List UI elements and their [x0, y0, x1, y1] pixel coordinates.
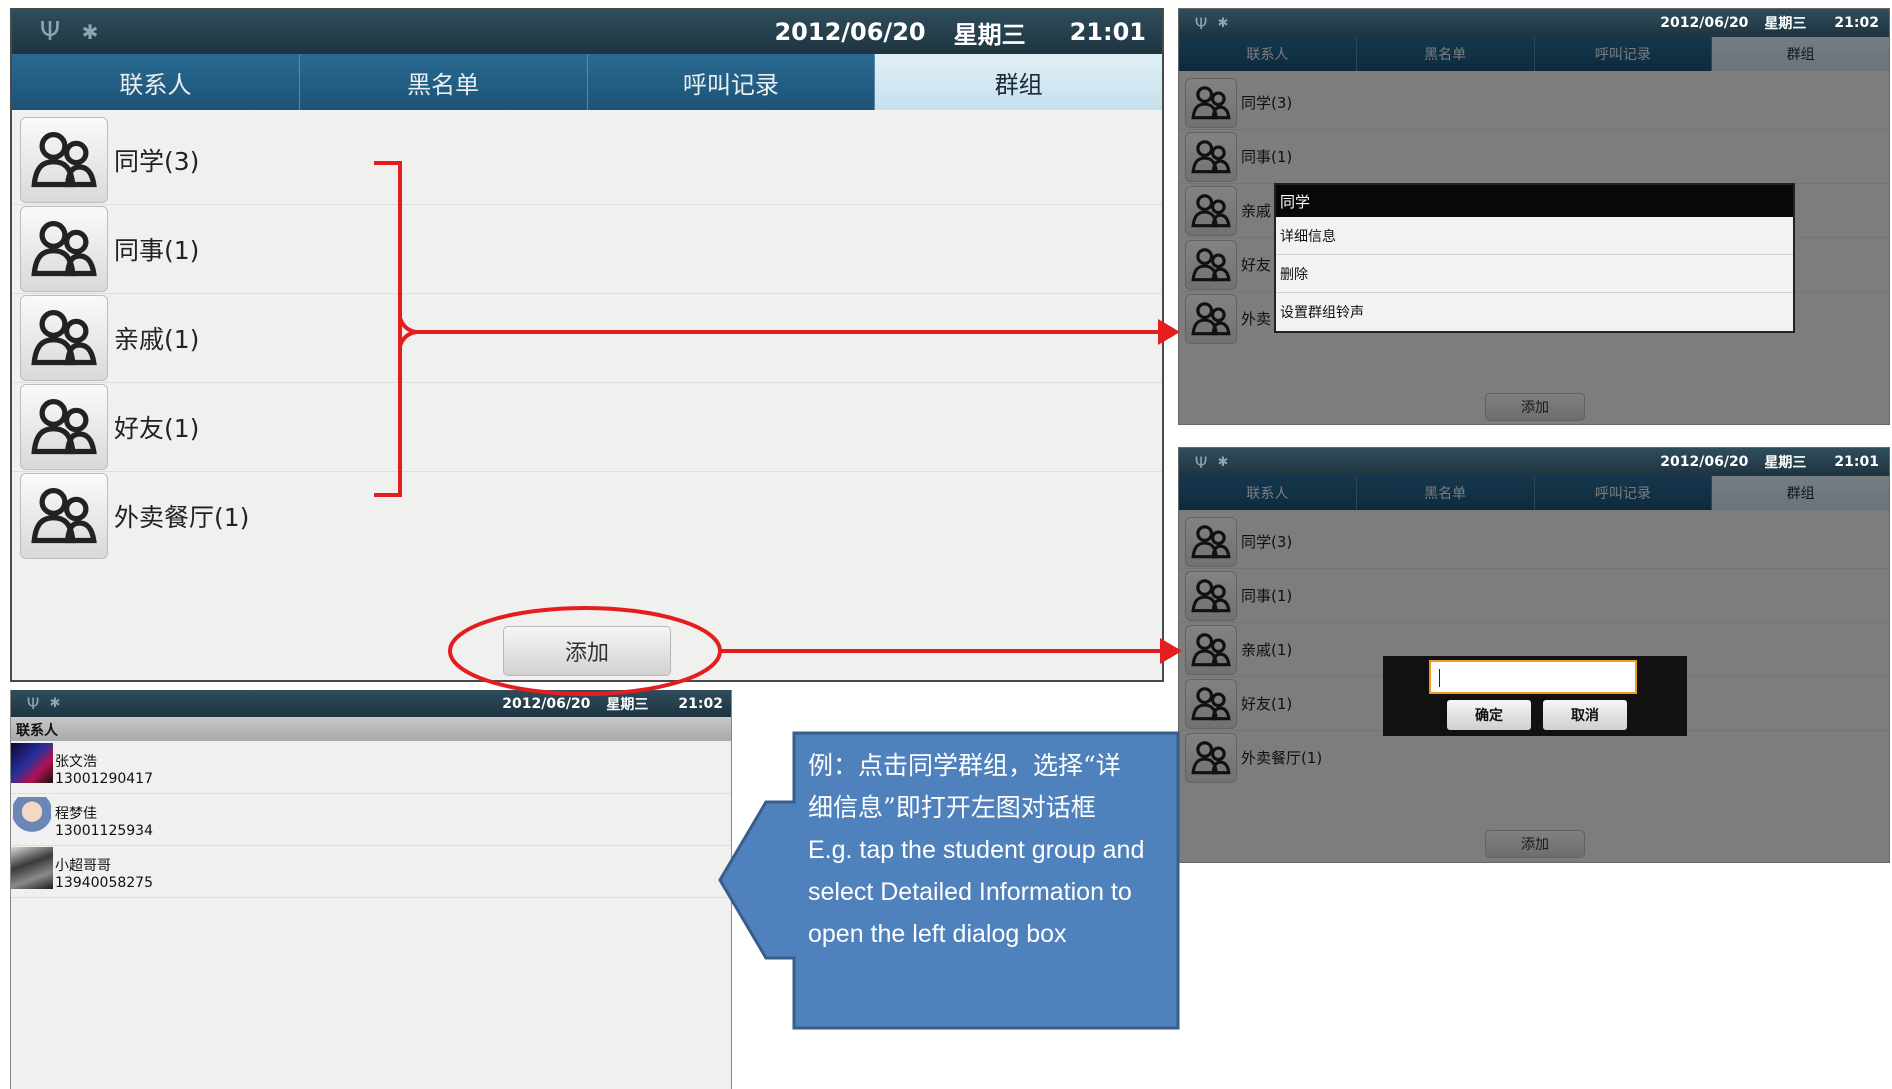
- contact-phone: 13001290417: [55, 771, 153, 787]
- status-icons: Ψ ✱: [1193, 9, 1231, 37]
- status-date: 2012/06/20: [502, 695, 591, 712]
- tab-call-log[interactable]: 呼叫记录: [587, 54, 876, 110]
- status-time: 21:02: [678, 695, 723, 712]
- menu-item-details[interactable]: 详细信息: [1276, 217, 1793, 255]
- group-context-menu: 同学 详细信息 删除 设置群组铃声: [1274, 183, 1795, 333]
- android-debug-icon: ✱: [1217, 15, 1229, 31]
- group-avatar: [20, 117, 108, 203]
- group-people-icon: [31, 399, 97, 455]
- group-row[interactable]: 外卖餐厅(1): [12, 472, 1162, 560]
- contacts-header: 联系人: [11, 717, 731, 741]
- tab-bar: 联系人 黑名单 呼叫记录 群组: [12, 54, 1162, 110]
- group-avatar: [20, 295, 108, 381]
- status-date: 2012/06/20: [1660, 15, 1749, 31]
- group-row[interactable]: 好友(1): [12, 383, 1162, 472]
- ok-button[interactable]: 确定: [1447, 700, 1531, 730]
- contact-phone: 13940058275: [55, 875, 153, 891]
- status-icons: Ψ ✱: [36, 10, 104, 54]
- group-row[interactable]: 同学(3): [12, 116, 1162, 205]
- usb-icon: Ψ: [1194, 13, 1208, 33]
- callout-line: E.g. tap the student group and: [808, 836, 1145, 864]
- tab-blacklist[interactable]: 黑名单: [299, 54, 588, 110]
- status-date: 2012/06/20: [1660, 454, 1749, 470]
- status-clock: 2012/06/20 星期三 21:01: [774, 10, 1146, 54]
- contact-row[interactable]: 小超哥哥 13940058275: [11, 845, 731, 898]
- contact-name: 小超哥哥: [55, 858, 111, 874]
- callout-line: 细信息”即打开左图对话框: [808, 793, 1096, 822]
- contacts-header-label: 联系人: [16, 723, 58, 739]
- group-label: 外卖餐厅(1): [114, 503, 250, 532]
- status-icons: Ψ ✱: [25, 690, 63, 717]
- context-menu-title: 同学: [1276, 185, 1793, 217]
- contact-name: 程梦佳: [55, 806, 97, 822]
- group-people-icon: [31, 221, 97, 277]
- usb-icon: Ψ: [39, 17, 61, 47]
- status-icons: Ψ ✱: [1193, 448, 1231, 476]
- menu-item-delete[interactable]: 删除: [1276, 255, 1793, 293]
- group-members-screen: Ψ ✱ 2012/06/20 星期三 21:02 联系人 张文浩 1300129…: [10, 690, 732, 1089]
- contact-photo: [11, 847, 53, 889]
- contact-row[interactable]: 张文浩 13001290417: [11, 741, 731, 794]
- contact-phone: 13001125934: [55, 823, 153, 839]
- status-weekday: 星期三: [606, 696, 649, 713]
- status-weekday: 星期三: [953, 20, 1026, 49]
- status-bar: Ψ ✱ 2012/06/20 星期三 21:01: [12, 10, 1162, 54]
- status-weekday: 星期三: [1764, 16, 1807, 32]
- group-people-icon: [31, 488, 97, 544]
- text-caret: [1439, 669, 1440, 687]
- group-people-icon: [31, 310, 97, 366]
- status-bar: Ψ ✱ 2012/06/20 星期三 21:02: [1179, 9, 1889, 37]
- usb-icon: Ψ: [1194, 452, 1208, 472]
- group-label: 同事(1): [114, 236, 200, 265]
- status-time: 21:01: [1069, 18, 1146, 46]
- menu-item-set-ringtone[interactable]: 设置群组铃声: [1276, 293, 1793, 330]
- group-name-input[interactable]: [1429, 660, 1637, 694]
- group-label: 好友(1): [114, 414, 200, 443]
- status-clock: 2012/06/20 星期三 21:02: [1660, 9, 1879, 37]
- group-label: 亲戚(1): [114, 325, 200, 354]
- add-group-button[interactable]: 添加: [503, 626, 671, 676]
- status-bar: Ψ ✱ 2012/06/20 星期三 21:01: [1179, 448, 1889, 476]
- cancel-button[interactable]: 取消: [1543, 700, 1627, 730]
- callout-line: 例：点击同学群组，选择“详: [808, 751, 1121, 780]
- group-people-icon: [31, 132, 97, 188]
- status-time: 21:01: [1834, 454, 1879, 470]
- group-name-dialog: 确定 取消: [1383, 656, 1687, 736]
- android-debug-icon: ✱: [49, 696, 61, 711]
- group-row[interactable]: 同事(1): [12, 205, 1162, 294]
- group-avatar: [20, 206, 108, 292]
- contact-photo: [11, 743, 53, 783]
- callout-line: open the left dialog box: [808, 920, 1067, 948]
- tab-groups[interactable]: 群组: [875, 54, 1162, 110]
- status-clock: 2012/06/20 星期三 21:01: [1660, 448, 1879, 476]
- android-debug-icon: ✱: [1217, 454, 1229, 470]
- status-time: 21:02: [1834, 15, 1879, 31]
- group-list: 同学(3) 同事(1) 亲戚(1) 好友(1) 外卖餐厅(1): [12, 116, 1162, 560]
- contact-photo: [13, 797, 51, 839]
- callout-text: 例：点击同学群组，选择“详 细信息”即打开左图对话框 E.g. tap the …: [808, 745, 1144, 955]
- context-menu-screen: Ψ ✱ 2012/06/20 星期三 21:02 联系人 黑名单 呼叫记录 群组…: [1178, 8, 1890, 425]
- status-weekday: 星期三: [1764, 455, 1807, 471]
- contact-name: 张文浩: [55, 754, 97, 770]
- group-row[interactable]: 亲戚(1): [12, 294, 1162, 383]
- group-avatar: [20, 384, 108, 470]
- main-groups-screen: Ψ ✱ 2012/06/20 星期三 21:01 联系人 黑名单 呼叫记录 群组…: [10, 8, 1164, 682]
- group-avatar: [20, 473, 108, 559]
- status-bar: Ψ ✱ 2012/06/20 星期三 21:02: [11, 690, 731, 717]
- group-label: 同学(3): [114, 147, 200, 176]
- callout-line: select Detailed Information to: [808, 878, 1132, 906]
- status-date: 2012/06/20: [774, 18, 926, 46]
- usb-icon: Ψ: [26, 694, 40, 713]
- contact-row[interactable]: 程梦佳 13001125934: [11, 793, 731, 846]
- tab-contacts[interactable]: 联系人: [12, 54, 300, 110]
- status-clock: 2012/06/20 星期三 21:02: [502, 690, 723, 717]
- add-group-dialog-screen: Ψ ✱ 2012/06/20 星期三 21:01 联系人 黑名单 呼叫记录 群组…: [1178, 447, 1890, 863]
- android-debug-icon: ✱: [81, 20, 99, 44]
